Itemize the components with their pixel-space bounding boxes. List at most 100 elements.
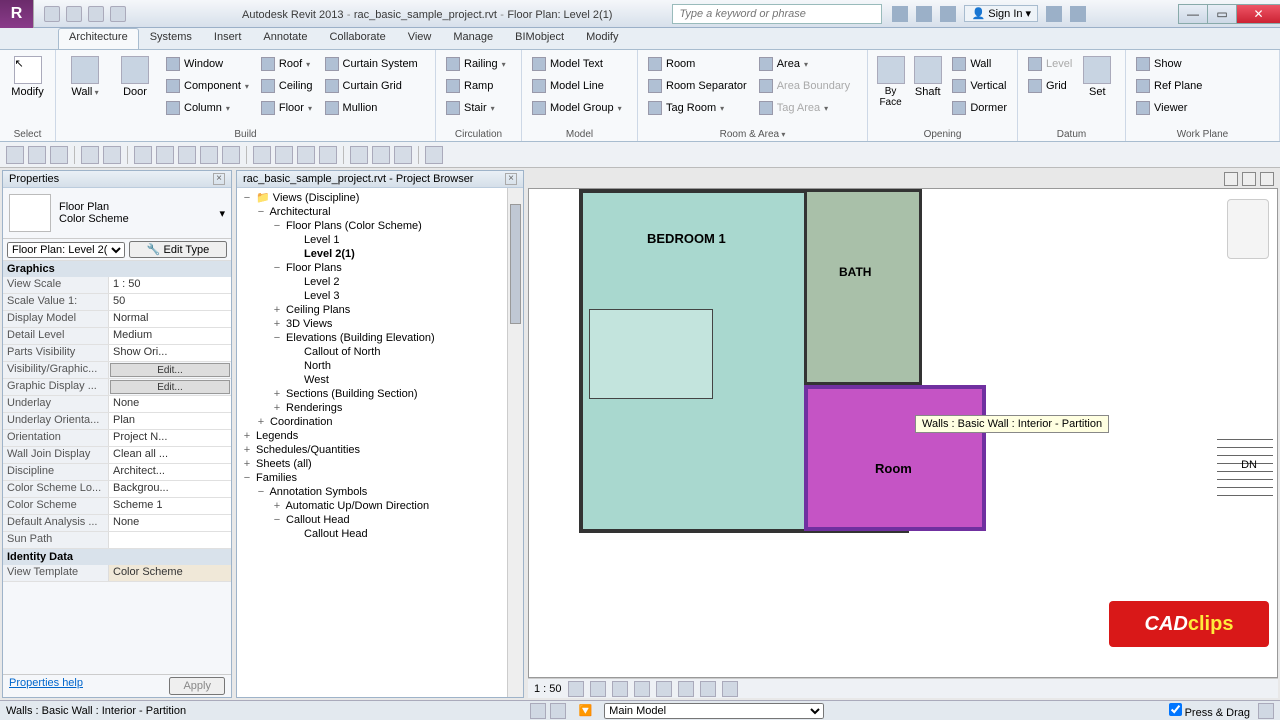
help-search-input[interactable] <box>672 4 882 24</box>
opt-17[interactable] <box>394 146 412 164</box>
tree-node[interactable]: North <box>241 359 519 373</box>
modify-button[interactable]: ↖Modify <box>6 54 49 100</box>
set-button[interactable]: Set <box>1080 54 1114 100</box>
property-row[interactable]: Color Scheme Lo...Backgrou... <box>3 481 231 498</box>
instance-filter[interactable]: Floor Plan: Level 2(1 <box>7 242 125 258</box>
signin-button[interactable]: 👤 Sign In ▾ <box>964 5 1038 22</box>
navigation-bar[interactable] <box>1227 199 1269 259</box>
opt-8[interactable] <box>178 146 196 164</box>
property-row[interactable]: Visibility/Graphic...Edit... <box>3 362 231 379</box>
maximize-button[interactable]: ▭ <box>1207 4 1237 24</box>
opt-2[interactable] <box>28 146 46 164</box>
opt-18[interactable] <box>425 146 443 164</box>
tree-scrollbar[interactable] <box>507 188 523 697</box>
curtain-grid-button[interactable]: Curtain Grid <box>321 76 422 96</box>
opt-14[interactable] <box>319 146 337 164</box>
tree-node[interactable]: − Elevations (Building Elevation) <box>241 331 519 345</box>
refplane-button[interactable]: Ref Plane <box>1132 76 1206 96</box>
tree-node[interactable]: Level 2(1) <box>241 247 519 261</box>
qat-save[interactable] <box>66 6 82 22</box>
tab-manage[interactable]: Manage <box>442 28 504 49</box>
opt-16[interactable] <box>372 146 390 164</box>
byface-button[interactable]: By Face <box>874 54 907 110</box>
door-button[interactable]: Door <box>112 54 158 100</box>
room-bath[interactable] <box>804 189 922 385</box>
tree-node[interactable]: + Legends <box>241 429 519 443</box>
tab-architecture[interactable]: Architecture <box>58 28 139 49</box>
tree-node[interactable]: + Renderings <box>241 401 519 415</box>
category-graphics[interactable]: Graphics <box>3 261 231 277</box>
tree-node[interactable]: Level 2 <box>241 275 519 289</box>
component-button[interactable]: Component <box>162 76 253 96</box>
design-options-selector[interactable]: Main Model <box>604 703 824 719</box>
railing-button[interactable]: Railing <box>442 54 510 74</box>
floor-button[interactable]: Floor <box>257 98 317 118</box>
tree-node[interactable]: − Floor Plans <box>241 261 519 275</box>
area-button[interactable]: Area <box>755 54 854 74</box>
apply-button[interactable]: Apply <box>169 677 225 695</box>
properties-help-link[interactable]: Properties help <box>9 677 83 695</box>
ramp-button[interactable]: Ramp <box>442 76 510 96</box>
tree-node[interactable]: + Sheets (all) <box>241 457 519 471</box>
communication-icon[interactable] <box>916 6 932 22</box>
property-row[interactable]: Parts VisibilityShow Ori... <box>3 345 231 362</box>
qat-redo[interactable] <box>110 6 126 22</box>
ceiling-button[interactable]: Ceiling <box>257 76 317 96</box>
tab-systems[interactable]: Systems <box>139 28 203 49</box>
qat-undo[interactable] <box>88 6 104 22</box>
edit-type-button[interactable]: 🔧 Edit Type <box>129 241 227 258</box>
tab-view[interactable]: View <box>397 28 443 49</box>
viewer-button[interactable]: Viewer <box>1132 98 1206 118</box>
properties-grid[interactable]: Graphics View Scale1 : 50Scale Value 1:5… <box>3 261 231 674</box>
qat-open[interactable] <box>44 6 60 22</box>
mullion-button[interactable]: Mullion <box>321 98 422 118</box>
tree-node[interactable]: Level 3 <box>241 289 519 303</box>
opt-6[interactable] <box>134 146 152 164</box>
view-close-icon[interactable] <box>1260 172 1274 186</box>
app-menu-button[interactable] <box>0 0 34 28</box>
help-icon[interactable] <box>1070 6 1086 22</box>
favorites-icon[interactable] <box>940 6 956 22</box>
show-button[interactable]: Show <box>1132 54 1206 74</box>
property-row[interactable]: Underlay Orienta...Plan <box>3 413 231 430</box>
room-separator-button[interactable]: Room Separator <box>644 76 751 96</box>
property-row[interactable]: Scale Value 1:50 <box>3 294 231 311</box>
property-row[interactable]: Default Analysis ...None <box>3 515 231 532</box>
browser-close-icon[interactable]: × <box>505 173 517 185</box>
visual-style-icon[interactable] <box>590 681 606 697</box>
tag-room-button[interactable]: Tag Room <box>644 98 751 118</box>
tab-annotate[interactable]: Annotate <box>252 28 318 49</box>
tree-node[interactable]: − Architectural <box>241 205 519 219</box>
minimize-button[interactable]: — <box>1178 4 1208 24</box>
tree-node[interactable]: − 📁 Views (Discipline) <box>241 190 519 205</box>
property-row[interactable]: UnderlayNone <box>3 396 231 413</box>
model-text-button[interactable]: Model Text <box>528 54 626 74</box>
furniture-bed[interactable] <box>589 309 713 399</box>
tree-node[interactable]: − Callout Head <box>241 513 519 527</box>
project-tree[interactable]: − 📁 Views (Discipline)− Architectural− F… <box>237 188 523 697</box>
opt-5[interactable] <box>103 146 121 164</box>
tree-node[interactable]: − Floor Plans (Color Scheme) <box>241 219 519 233</box>
shadows-icon[interactable] <box>634 681 650 697</box>
group-roomarea-label[interactable]: Room & Area <box>638 128 867 141</box>
stairs-element[interactable] <box>1217 439 1273 519</box>
room-selected[interactable] <box>804 385 986 531</box>
tree-node[interactable]: Callout Head <box>241 527 519 541</box>
model-line-button[interactable]: Model Line <box>528 76 626 96</box>
opt-9[interactable] <box>200 146 218 164</box>
category-identity[interactable]: Identity Data <box>3 549 231 565</box>
model-group-button[interactable]: Model Group <box>528 98 626 118</box>
opt-11[interactable] <box>253 146 271 164</box>
tree-node[interactable]: Callout of North <box>241 345 519 359</box>
view-maximize-icon[interactable] <box>1242 172 1256 186</box>
tree-node[interactable]: Level 1 <box>241 233 519 247</box>
tree-node[interactable]: + Ceiling Plans <box>241 303 519 317</box>
roof-button[interactable]: Roof <box>257 54 317 74</box>
tree-node[interactable]: − Annotation Symbols <box>241 485 519 499</box>
property-row[interactable]: Color SchemeScheme 1 <box>3 498 231 515</box>
detail-level-icon[interactable] <box>568 681 584 697</box>
vertical-button[interactable]: Vertical <box>948 76 1011 96</box>
property-row[interactable]: Wall Join DisplayClean all ... <box>3 447 231 464</box>
tab-modify[interactable]: Modify <box>575 28 629 49</box>
opt-13[interactable] <box>297 146 315 164</box>
